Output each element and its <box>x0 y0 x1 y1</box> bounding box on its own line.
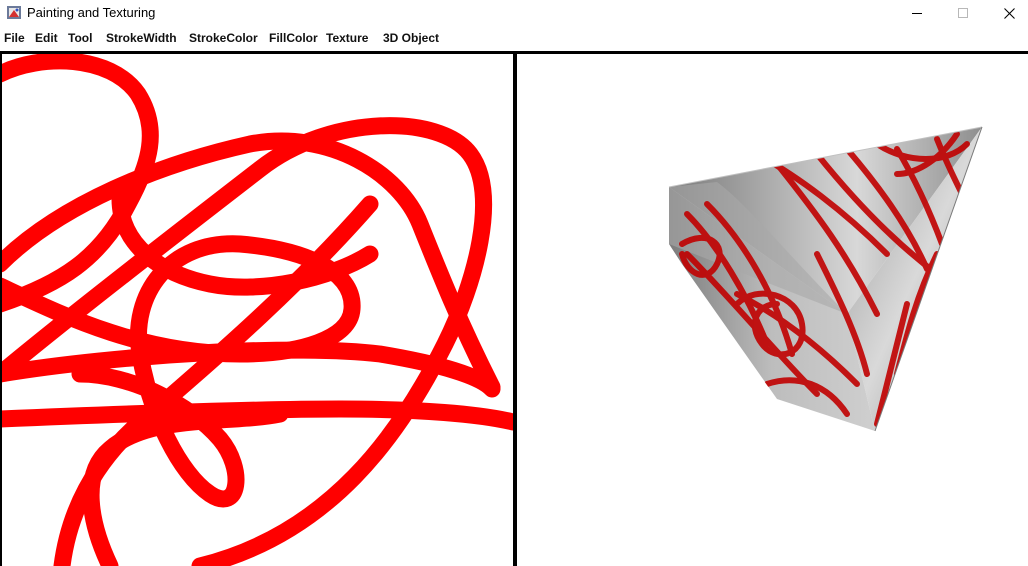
menu-fillcolor[interactable]: FillColor <box>269 31 318 45</box>
maximize-icon <box>958 8 968 18</box>
menu-edit[interactable]: Edit <box>35 31 58 45</box>
painting-strokes <box>0 54 513 566</box>
title-bar: Painting and Texturing <box>0 0 1028 26</box>
menu-tool[interactable]: Tool <box>68 31 92 45</box>
menu-texture[interactable]: Texture <box>326 31 368 45</box>
textured-3d-object <box>668 126 983 432</box>
window-title: Painting and Texturing <box>27 5 156 20</box>
menu-strokecolor[interactable]: StrokeColor <box>189 31 258 45</box>
app-icon <box>7 6 21 19</box>
maximize-button[interactable] <box>940 0 986 26</box>
minimize-button[interactable] <box>894 0 940 26</box>
left-border <box>0 54 2 566</box>
menu-3d-object[interactable]: 3D Object <box>383 31 439 45</box>
menu-bar: File Edit Tool StrokeWidth StrokeColor F… <box>0 26 1028 51</box>
close-icon <box>1003 7 1015 19</box>
3d-viewer[interactable] <box>517 54 1028 566</box>
close-button[interactable] <box>986 0 1028 26</box>
minimize-icon <box>912 13 922 14</box>
painting-canvas[interactable] <box>0 54 513 566</box>
menu-file[interactable]: File <box>4 31 25 45</box>
menu-strokewidth[interactable]: StrokeWidth <box>106 31 177 45</box>
